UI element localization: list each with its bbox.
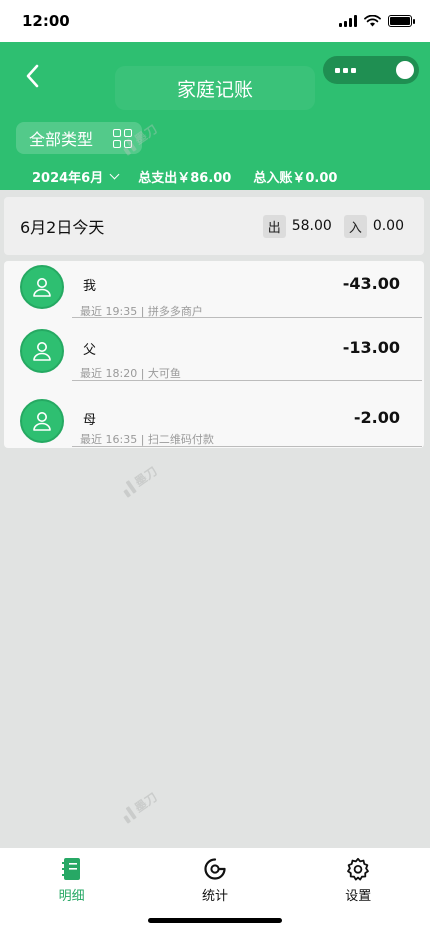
- back-arrow-icon[interactable]: [20, 60, 46, 92]
- total-expense: 总支出￥86.00: [138, 170, 232, 186]
- summary-row: 2024年6月 总支出￥86.00 总入账￥0.00: [32, 166, 337, 186]
- day-expense-value: 58.00: [291, 218, 332, 234]
- day-income-value: 0.00: [372, 218, 404, 234]
- status-icons: [339, 15, 415, 27]
- tab-label: 设置: [345, 888, 372, 904]
- entry-detail: 最近 16:35 | 扫二维码付款: [80, 433, 214, 446]
- divider: [72, 446, 422, 447]
- day-totals: 出 58.00 入 0.00: [262, 214, 404, 238]
- gear-icon: [347, 857, 370, 880]
- tab-label: 统计: [201, 888, 228, 904]
- avatar: [20, 329, 64, 373]
- watermark: 墨刀: [119, 788, 161, 824]
- day-summary: 6月2日今天 出 58.00 入 0.00: [4, 197, 424, 255]
- total-income: 总入账￥0.00: [253, 170, 338, 186]
- user-icon: [33, 412, 51, 431]
- tab-details[interactable]: 明细: [12, 857, 132, 904]
- status-time: 12:00: [22, 12, 70, 30]
- tab-settings[interactable]: 设置: [298, 857, 418, 904]
- watermark: 墨刀: [119, 462, 161, 498]
- watermark-text: 墨刀: [132, 463, 160, 490]
- tab-label: 明细: [58, 888, 85, 904]
- tab-bar: 明细 统计 设置: [0, 848, 430, 912]
- close-circle-icon[interactable]: [396, 61, 414, 79]
- wifi-icon: [364, 15, 381, 27]
- divider: [72, 317, 422, 318]
- entry-name: 母: [83, 413, 97, 428]
- chevron-down-icon: [109, 169, 120, 179]
- avatar: [20, 399, 64, 443]
- header: 家庭记账 全部类型 2024年6月 总支出￥86.00 总入账￥0.00: [0, 42, 430, 190]
- day-label: 6月2日今天: [20, 218, 105, 237]
- entry-amount: -43.00: [342, 274, 400, 293]
- home-indicator[interactable]: [148, 918, 282, 923]
- entry-amount: -2.00: [353, 408, 400, 427]
- expense-tag: 出: [262, 214, 286, 238]
- cellular-signal-icon: [339, 15, 357, 27]
- status-bar: 12:00: [0, 0, 430, 42]
- watermark-text: 墨刀: [132, 789, 160, 816]
- entry-amount: -13.00: [342, 338, 400, 357]
- page-title: 家庭记账: [115, 66, 315, 110]
- income-tag: 入: [343, 214, 367, 238]
- list-item[interactable]: 我 最近 19:35 | 拼多多商户 -43.00: [4, 261, 424, 323]
- chart-donut-icon: [204, 857, 226, 880]
- notebook-icon: [61, 857, 80, 880]
- avatar: [20, 265, 64, 309]
- month-label: 2024年6月: [32, 170, 104, 186]
- more-icon[interactable]: [335, 67, 356, 73]
- entry-detail: 最近 18:20 | 大可鱼: [80, 367, 181, 380]
- mini-program-capsule[interactable]: [323, 56, 419, 84]
- user-icon: [33, 278, 51, 297]
- divider: [72, 380, 422, 381]
- list-item[interactable]: 母 最近 16:35 | 扫二维码付款 -2.00: [4, 391, 424, 453]
- entry-name: 我: [83, 279, 97, 294]
- tab-statistics[interactable]: 统计: [155, 857, 275, 904]
- type-filter-label: 全部类型: [29, 130, 94, 149]
- entry-list: 我 最近 19:35 | 拼多多商户 -43.00 父 最近 18:20 | 大…: [4, 261, 424, 448]
- month-selector[interactable]: 2024年6月: [32, 167, 120, 186]
- list-item[interactable]: 父 最近 18:20 | 大可鱼 -13.00: [4, 325, 424, 387]
- entry-name: 父: [83, 343, 97, 358]
- user-icon: [33, 342, 51, 361]
- battery-icon: [388, 15, 415, 27]
